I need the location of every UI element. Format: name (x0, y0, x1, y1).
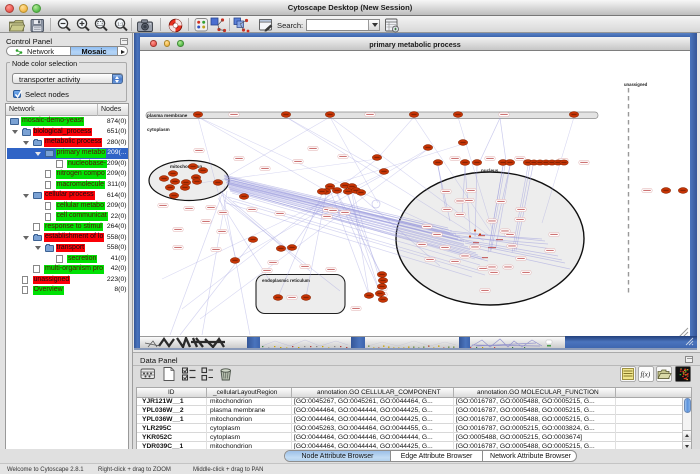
svg-text:1:1: 1:1 (117, 21, 124, 26)
svg-text:endoplasmic reticulum: endoplasmic reticulum (262, 278, 310, 283)
svg-text:nucleus: nucleus (481, 168, 499, 173)
svg-text:cytoplasm: cytoplasm (147, 127, 170, 132)
svg-text:unassigned: unassigned (624, 82, 648, 87)
svg-text:plasma membrane: plasma membrane (147, 112, 188, 117)
svg-text:f(x): f(x) (641, 371, 651, 379)
